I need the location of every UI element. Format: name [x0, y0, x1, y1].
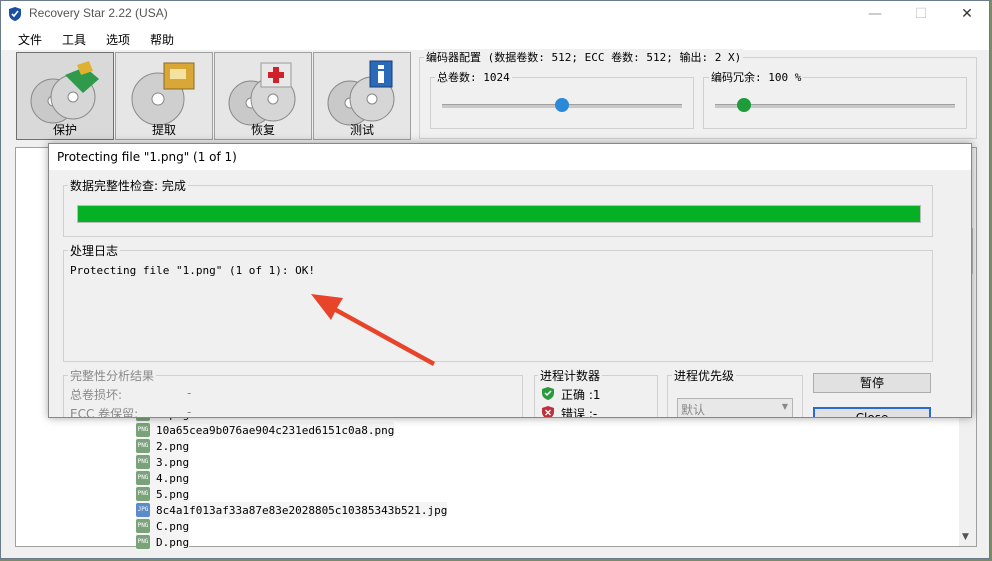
- menu-options[interactable]: 选项: [106, 31, 130, 48]
- file-name: 10a65cea9b076ae904c231ed6151c0a8.png: [156, 423, 395, 437]
- dialog-title-bar: Protecting file "1.png" (1 of 1): [49, 144, 971, 170]
- menu-bar: 文件 工具 选项 帮助: [1, 28, 989, 50]
- app-shield-icon: [9, 7, 21, 21]
- analysis-ecc-label: ECC 卷保留:: [70, 407, 139, 418]
- png-file-icon: PNG: [136, 423, 150, 437]
- extract-label: 提取: [151, 123, 176, 137]
- png-file-icon: PNG: [136, 471, 150, 485]
- file-row[interactable]: PNG 10a65cea9b076ae904c231ed6151c0a8.png: [136, 422, 395, 438]
- priority-selected-value: 默认: [681, 403, 706, 417]
- chevron-down-icon: ▼: [781, 402, 788, 411]
- window-title: Recovery Star 2.22 (USA): [29, 6, 168, 20]
- priority-title: 进程优先级: [672, 367, 737, 384]
- redundancy-slider-thumb[interactable]: [736, 98, 751, 112]
- file-row[interactable]: JPG 8c4a1f013af33a87e83e2028805c10385343b…: [136, 502, 448, 518]
- test-button[interactable]: 测试: [313, 52, 411, 140]
- scroll-down-icon[interactable]: ▼: [962, 532, 969, 542]
- minimize-button[interactable]: —: [852, 1, 898, 28]
- png-file-icon: PNG: [136, 455, 150, 469]
- annotation-arrow: [311, 294, 435, 366]
- pause-button[interactable]: 暂停: [813, 373, 931, 393]
- dialog-title: Protecting file "1.png" (1 of 1): [57, 150, 237, 164]
- file-row[interactable]: PNG 4.png: [136, 470, 190, 486]
- test-icon: [327, 60, 395, 126]
- encoder-config-title: 编码器配置 (数据卷数: 512; ECC 卷数: 512; 输出: 2 X): [424, 49, 744, 65]
- log-title: 处理日志: [68, 242, 121, 259]
- test-label: 测试: [349, 123, 374, 137]
- ok-shield-icon: [542, 387, 554, 400]
- progress-fill: [78, 206, 920, 222]
- redundancy-label: 编码冗余: 100 %: [709, 69, 804, 85]
- dialog-close-button[interactable]: Close: [813, 407, 931, 417]
- integrity-progress-bar: [77, 205, 921, 223]
- title-bar: Recovery Star 2.22 (USA) — ☐ ✕: [1, 1, 989, 28]
- extract-icon: [131, 62, 195, 126]
- file-name: 8c4a1f013af33a87e83e2028805c10385343b521…: [156, 503, 448, 517]
- ok-counter: 正确 :1: [561, 388, 601, 402]
- file-name: D.png: [156, 535, 190, 549]
- error-shield-icon: [542, 406, 554, 417]
- close-window-button[interactable]: ✕: [944, 1, 990, 28]
- png-file-icon: PNG: [136, 487, 150, 501]
- file-name: 4.png: [156, 471, 190, 485]
- analysis-ecc-value: -: [187, 405, 192, 418]
- png-file-icon: PNG: [136, 519, 150, 533]
- menu-help[interactable]: 帮助: [150, 31, 174, 48]
- priority-select[interactable]: 默认 ▼: [677, 398, 793, 417]
- recover-button[interactable]: 恢复: [214, 52, 312, 140]
- main-window: Recovery Star 2.22 (USA) — ☐ ✕ 文件 工具 选项 …: [0, 0, 990, 559]
- protect-icon: [30, 61, 99, 124]
- png-file-icon: PNG: [136, 535, 150, 549]
- file-name: 2.png: [156, 439, 190, 453]
- redundancy-slider[interactable]: [715, 104, 955, 108]
- analysis-damaged-value: -: [187, 386, 192, 400]
- file-row[interactable]: PNG D.png: [136, 534, 190, 550]
- analysis-title: 完整性分析结果: [68, 367, 157, 384]
- recover-label: 恢复: [250, 123, 275, 137]
- counter-title: 进程计数器: [538, 367, 603, 384]
- file-row[interactable]: PNG C.png: [136, 518, 190, 534]
- menu-file[interactable]: 文件: [18, 31, 42, 48]
- protect-label: 保护: [52, 123, 77, 137]
- analysis-damaged-label: 总卷损坏:: [70, 388, 123, 402]
- progress-dialog: Protecting file "1.png" (1 of 1) 数据完整性检查…: [48, 143, 972, 418]
- file-name: 3.png: [156, 455, 190, 469]
- jpg-file-icon: JPG: [136, 503, 150, 517]
- error-counter: 错误 :-: [561, 407, 598, 418]
- integrity-title: 数据完整性检查: 完成: [68, 177, 188, 194]
- log-text: Protecting file "1.png" (1 of 1): OK!: [70, 264, 316, 277]
- extract-button[interactable]: 提取: [115, 52, 213, 140]
- file-row[interactable]: PNG 3.png: [136, 454, 190, 470]
- png-file-icon: PNG: [136, 439, 150, 453]
- recover-icon: [228, 62, 296, 126]
- maximize-button[interactable]: ☐: [898, 1, 944, 28]
- file-name: 5.png: [156, 487, 190, 501]
- file-name: C.png: [156, 519, 190, 533]
- protect-button[interactable]: 保护: [16, 52, 114, 140]
- total-volumes-label: 总卷数: 1024: [435, 69, 512, 85]
- menu-tools[interactable]: 工具: [62, 31, 86, 48]
- file-row[interactable]: PNG 5.png: [136, 486, 190, 502]
- total-volumes-slider-thumb[interactable]: [555, 98, 569, 112]
- file-row[interactable]: PNG 2.png: [136, 438, 190, 454]
